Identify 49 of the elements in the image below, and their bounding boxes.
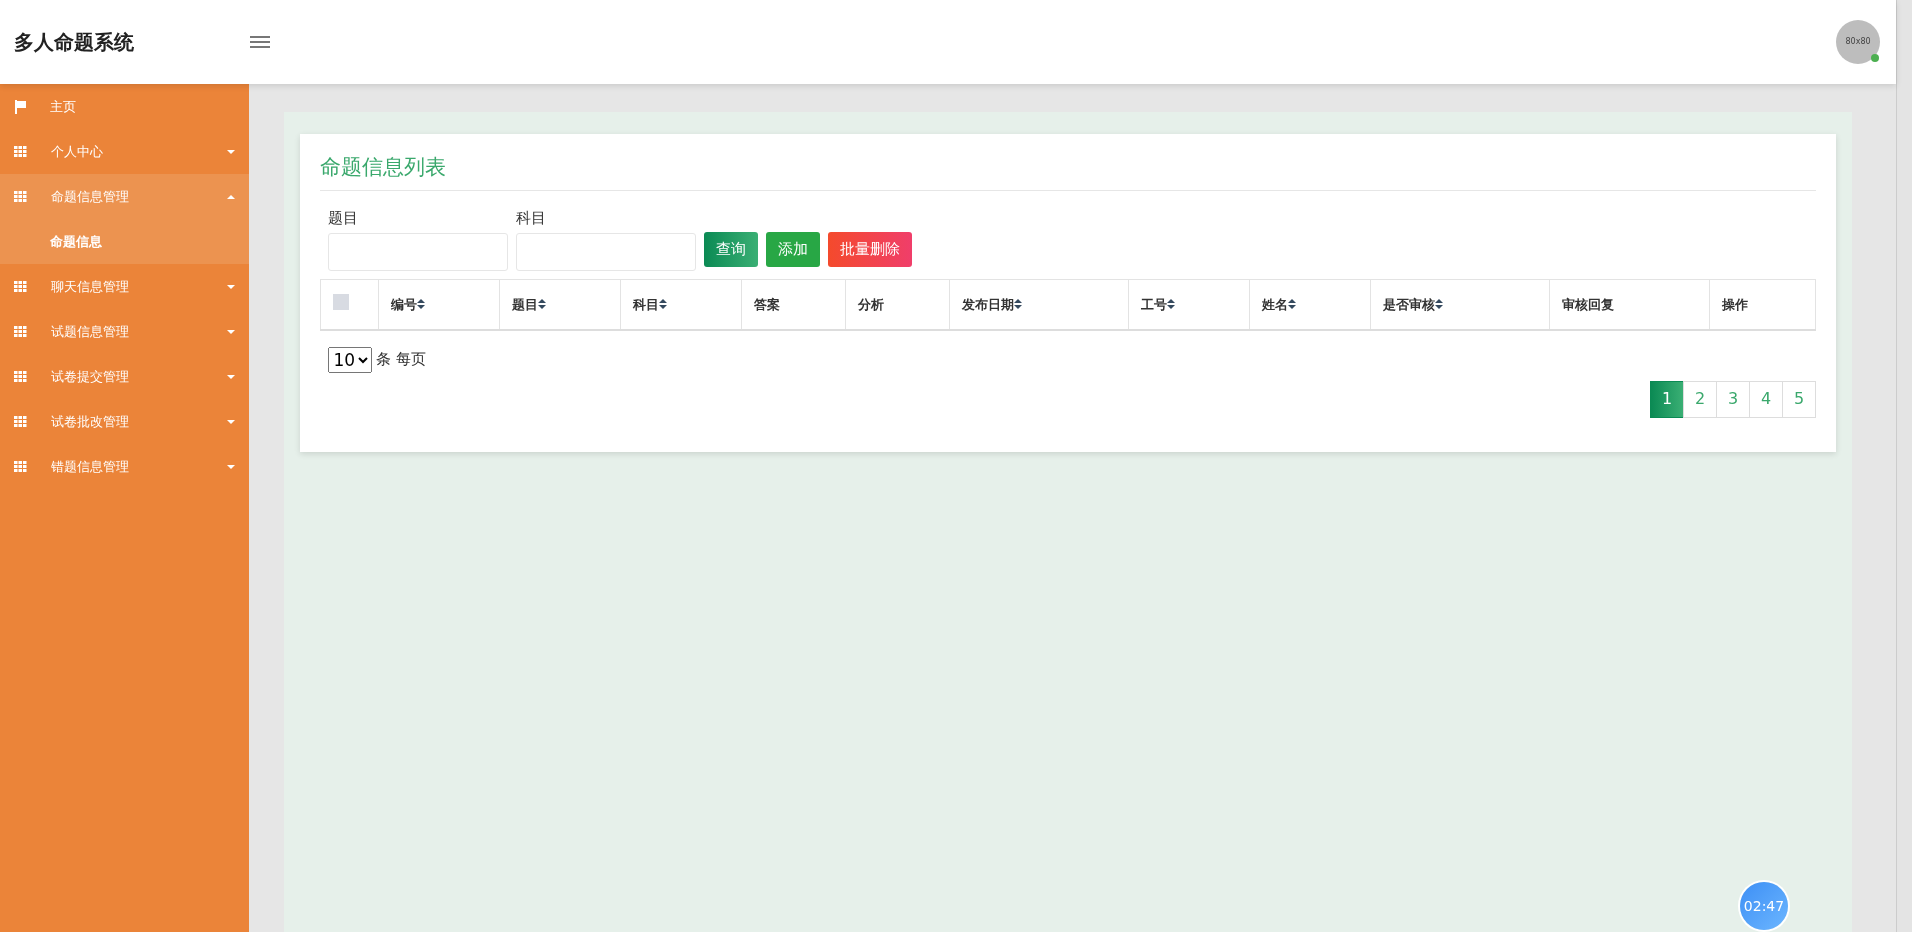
- filter-label: 科目: [516, 207, 548, 229]
- search-button[interactable]: 查询: [704, 232, 759, 267]
- column-header: 审核回复: [1561, 295, 1614, 314]
- flag-icon: [14, 99, 26, 114]
- column-header[interactable]: 姓名: [1262, 294, 1297, 314]
- column-header[interactable]: 编号: [391, 294, 426, 314]
- grid-icon: [14, 416, 27, 427]
- page-button[interactable]: 2: [1683, 380, 1718, 418]
- filter-label: 题目: [328, 207, 360, 229]
- input-field[interactable]: [516, 233, 697, 271]
- menu-icon[interactable]: [250, 34, 270, 50]
- select-all-checkbox[interactable]: [333, 293, 350, 310]
- column-header[interactable]: 是否审核: [1383, 294, 1444, 314]
- page-button[interactable]: 1: [1650, 380, 1685, 418]
- avatar-text: 80x80: [1845, 36, 1871, 48]
- column-header[interactable]: 工号: [1140, 294, 1175, 314]
- page-size-label: 条 每页: [376, 349, 427, 371]
- column-header[interactable]: 题目: [512, 294, 547, 314]
- avatar[interactable]: 80x80: [1836, 20, 1881, 64]
- column-header: 分析: [858, 295, 885, 314]
- sidebar-item[interactable]: 主页: [0, 84, 250, 129]
- add-button[interactable]: 添加: [766, 232, 821, 267]
- grid-icon: [14, 281, 27, 292]
- sidebar-item[interactable]: 命题信息管理: [0, 174, 250, 219]
- sidebar-item[interactable]: 试卷批改管理: [0, 399, 250, 444]
- sidebar-item[interactable]: 错题信息管理: [0, 444, 250, 489]
- batch-delete-button[interactable]: 批量删除: [828, 232, 913, 267]
- column-header: 操作: [1722, 295, 1749, 314]
- page-button[interactable]: 4: [1749, 380, 1784, 418]
- page-button[interactable]: 5: [1782, 380, 1817, 418]
- scrollbar[interactable]: [1896, 0, 1912, 932]
- grid-icon: [14, 371, 27, 382]
- page-button[interactable]: 3: [1716, 380, 1751, 418]
- grid-icon: [14, 146, 27, 157]
- grid-icon: [14, 191, 27, 202]
- sidebar-item[interactable]: 个人中心: [0, 129, 250, 174]
- grid-icon: [14, 461, 27, 472]
- app-title: 多人命题系统: [14, 30, 134, 54]
- column-header[interactable]: 发布日期: [962, 294, 1023, 314]
- sidebar-subitem[interactable]: 命题信息: [0, 219, 250, 264]
- panel-title: 命题信息列表: [320, 152, 1817, 191]
- page-size-select[interactable]: 10: [328, 346, 373, 373]
- column-header: 答案: [753, 295, 780, 314]
- column-header[interactable]: 科目: [632, 294, 667, 314]
- input-field[interactable]: [328, 233, 509, 271]
- sidebar-item[interactable]: 试卷提交管理: [0, 354, 250, 399]
- sidebar-item[interactable]: 聊天信息管理: [0, 264, 250, 309]
- grid-icon: [14, 326, 27, 337]
- sidebar-item[interactable]: 试题信息管理: [0, 309, 250, 354]
